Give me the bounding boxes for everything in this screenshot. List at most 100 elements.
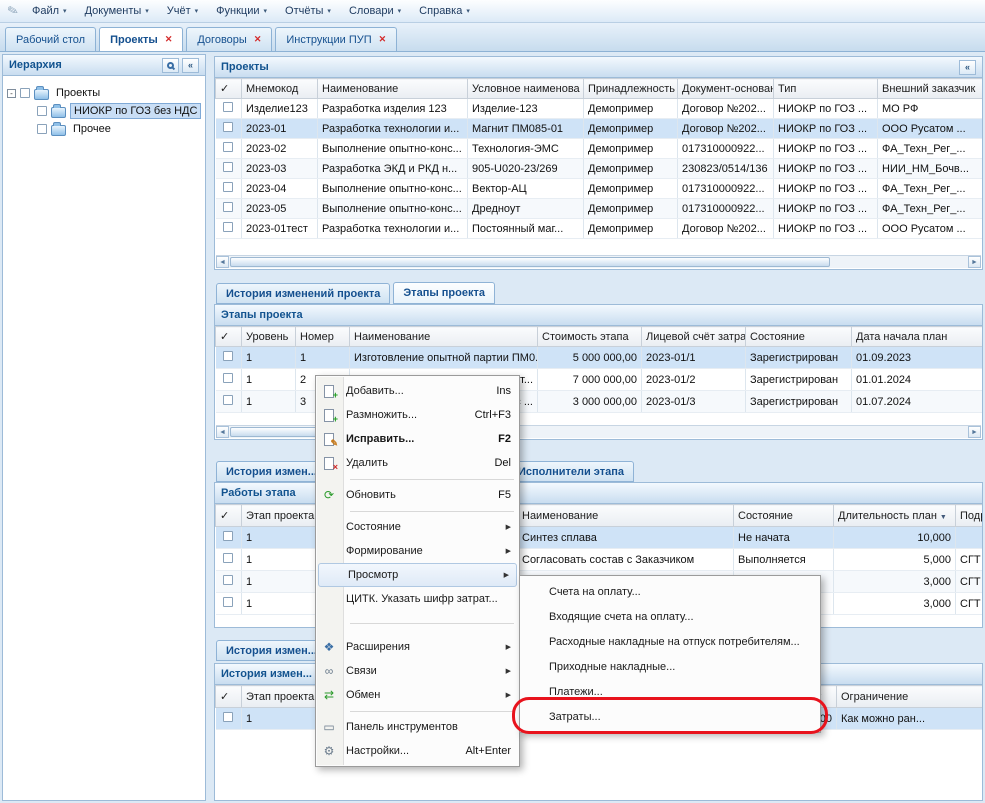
scrollbar-thumb[interactable] <box>230 257 830 267</box>
column-header[interactable]: Мнемокод <box>242 79 318 99</box>
column-header[interactable]: Наименование <box>350 327 538 347</box>
tab-desktop[interactable]: Рабочий стол <box>5 27 96 51</box>
tab-stage-executors[interactable]: Исполнители этапа <box>508 461 634 482</box>
row-checkbox[interactable] <box>223 597 233 607</box>
collapse-sidebar-button[interactable]: « <box>182 58 199 73</box>
search-button[interactable] <box>162 58 179 73</box>
column-header[interactable]: Дата начала план <box>852 327 983 347</box>
tab-projects[interactable]: Проекты✕ <box>99 27 183 51</box>
column-header[interactable]: Ограничение <box>837 686 983 708</box>
column-header[interactable]: Наименование <box>518 505 734 527</box>
menu-item-toolbar[interactable]: ▭Панель инструментов <box>317 715 518 739</box>
menu-item-citk-cost-code[interactable]: ЦИТК. Указать шифр затрат... <box>317 587 518 611</box>
submenu-item-receipt-notes[interactable]: Приходные накладные... <box>520 654 820 679</box>
submenu-item-issue-notes[interactable]: Расходные накладные на отпуск потребител… <box>520 629 820 654</box>
tree-node-niokr[interactable]: НИОКР по ГОЗ без НДС <box>7 102 201 120</box>
menu-item-add[interactable]: +Добавить...Ins <box>317 379 518 403</box>
check-column-header[interactable]: ✓ <box>216 505 242 527</box>
column-header[interactable]: Состояние <box>746 327 852 347</box>
check-column-header[interactable]: ✓ <box>216 686 242 708</box>
tab-instructions[interactable]: Инструкции ПУП✕ <box>275 27 397 51</box>
column-header[interactable]: Тип <box>774 79 878 99</box>
row-checkbox[interactable] <box>223 122 233 132</box>
check-column-header[interactable]: ✓ <box>216 327 242 347</box>
column-header[interactable]: Принадлежность <box>584 79 678 99</box>
menu-reports[interactable]: Отчёты▾ <box>276 2 340 20</box>
menu-accounting[interactable]: Учёт▾ <box>158 2 207 20</box>
scroll-right-icon[interactable]: ► <box>968 256 981 268</box>
submenu-item-payments[interactable]: Платежи... <box>520 679 820 704</box>
tab-work-history[interactable]: История измен... <box>216 640 327 661</box>
table-row[interactable]: 2023-03Разработка ЭКД и РКД н...905-U020… <box>216 159 983 179</box>
column-header[interactable]: Уровень <box>242 327 296 347</box>
table-row[interactable]: 2023-02Выполнение опытно-конс...Технолог… <box>216 139 983 159</box>
menu-item-edit[interactable]: ✎Исправить...F2 <box>317 427 518 451</box>
sidebar-splitter[interactable] <box>206 54 214 801</box>
column-header[interactable]: Документ-основан <box>678 79 774 99</box>
menu-item-links[interactable]: ∞Связи▶ <box>317 659 518 683</box>
submenu-item-invoices[interactable]: Счета на оплату... <box>520 579 820 604</box>
column-header[interactable]: Условное наименова <box>468 79 584 99</box>
close-tab-icon[interactable]: ✕ <box>165 34 173 45</box>
menu-documents[interactable]: Документы▾ <box>76 2 158 20</box>
check-column-header[interactable]: ✓ <box>216 79 242 99</box>
submenu-item-costs[interactable]: Затраты... <box>520 704 820 729</box>
tab-project-history[interactable]: История изменений проекта <box>216 283 390 304</box>
tree-expander-icon[interactable]: - <box>7 89 16 98</box>
row-checkbox[interactable] <box>223 553 233 563</box>
table-row[interactable]: Изделие123Разработка изделия 123Изделие-… <box>216 99 983 119</box>
menu-item-exchange[interactable]: ⇄Обмен▶ <box>317 683 518 707</box>
menu-file[interactable]: Файл▾ <box>23 2 76 20</box>
scroll-left-icon[interactable]: ◄ <box>216 426 229 438</box>
menu-item-formation[interactable]: Формирование▶ <box>317 539 518 563</box>
tree-node-other[interactable]: Прочее <box>7 120 201 138</box>
menu-dictionaries[interactable]: Словари▾ <box>340 2 410 20</box>
collapse-panel-button[interactable]: « <box>959 60 976 75</box>
row-checkbox[interactable] <box>223 531 233 541</box>
row-checkbox[interactable] <box>223 373 233 383</box>
column-header[interactable]: Внешний заказчик <box>878 79 983 99</box>
scroll-left-icon[interactable]: ◄ <box>216 256 229 268</box>
column-header[interactable]: Этап проекта <box>242 505 316 527</box>
horizontal-scrollbar[interactable]: ◄ ► <box>216 255 981 268</box>
tree-node-projects[interactable]: - Проекты <box>7 84 201 102</box>
menu-item-view[interactable]: Просмотр▶ <box>318 563 517 587</box>
submenu-item-incoming-invoices[interactable]: Входящие счета на оплату... <box>520 604 820 629</box>
menu-item-duplicate[interactable]: +Размножить...Ctrl+F3 <box>317 403 518 427</box>
menu-help[interactable]: Справка▾ <box>410 2 479 20</box>
column-header[interactable]: Длительность план▼ <box>834 505 956 527</box>
tab-project-stages[interactable]: Этапы проекта <box>393 282 495 304</box>
menu-item-delete[interactable]: ×УдалитьDel <box>317 451 518 475</box>
row-checkbox[interactable] <box>223 575 233 585</box>
menu-item-refresh[interactable]: ⟳ОбновитьF5 <box>317 483 518 507</box>
close-tab-icon[interactable]: ✕ <box>379 34 387 45</box>
tab-contracts[interactable]: Договоры✕ <box>186 27 272 51</box>
row-checkbox[interactable] <box>223 712 233 722</box>
menu-functions[interactable]: Функции▾ <box>207 2 276 20</box>
row-checkbox[interactable] <box>223 142 233 152</box>
menu-item-settings[interactable]: ⚙Настройки...Alt+Enter <box>317 739 518 763</box>
column-header[interactable]: Состояние <box>734 505 834 527</box>
menu-item-state[interactable]: Состояние▶ <box>317 515 518 539</box>
table-row[interactable]: 2023-05Выполнение опытно-конс...Дредноут… <box>216 199 983 219</box>
row-checkbox[interactable] <box>223 202 233 212</box>
tree-checkbox[interactable] <box>20 88 30 98</box>
table-row-selected[interactable]: 11Изготовление опытной партии ПМ0...5 00… <box>216 347 983 369</box>
row-checkbox[interactable] <box>223 162 233 172</box>
column-header[interactable]: Номер <box>296 327 350 347</box>
close-tab-icon[interactable]: ✕ <box>254 34 262 45</box>
row-checkbox[interactable] <box>223 102 233 112</box>
column-header[interactable]: Подр... <box>956 505 983 527</box>
menu-item-extensions[interactable]: ❖Расширения▶ <box>317 635 518 659</box>
row-checkbox[interactable] <box>223 182 233 192</box>
row-checkbox[interactable] <box>223 351 233 361</box>
column-header[interactable]: Стоимость этапа <box>538 327 642 347</box>
tree-checkbox[interactable] <box>37 124 47 134</box>
table-row[interactable]: 2023-01тестРазработка технологии и...Пос… <box>216 219 983 239</box>
column-header[interactable]: Лицевой счёт затрат. <box>642 327 746 347</box>
table-row[interactable]: 2023-04Выполнение опытно-конс...Вектор-А… <box>216 179 983 199</box>
column-header[interactable]: Наименование <box>318 79 468 99</box>
scroll-right-icon[interactable]: ► <box>968 426 981 438</box>
row-checkbox[interactable] <box>223 395 233 405</box>
table-row-selected[interactable]: 2023-01Разработка технологии и...Магнит … <box>216 119 983 139</box>
